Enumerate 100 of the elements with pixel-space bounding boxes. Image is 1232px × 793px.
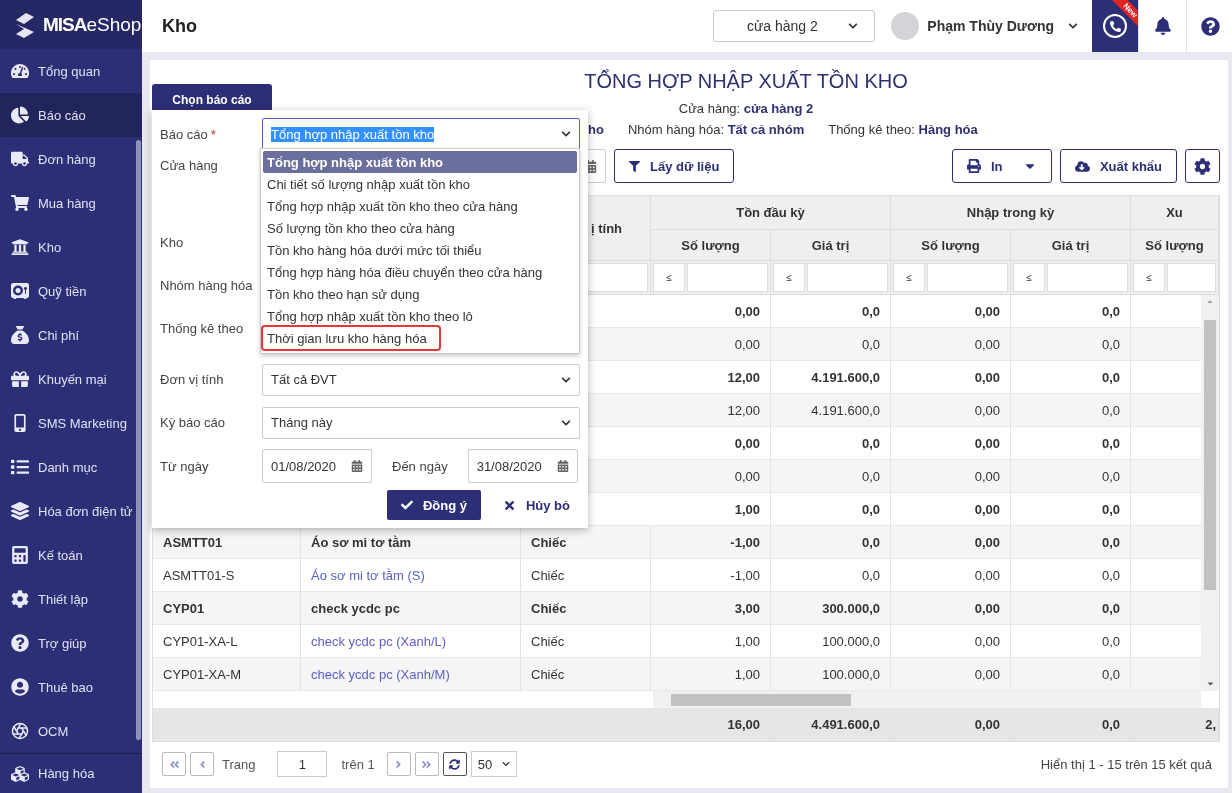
settings-button[interactable] [1185,149,1220,183]
sidebar-item[interactable]: Tổng quan [0,49,142,94]
dropdown-option[interactable]: Tổng hợp hàng hóa điều chuyển theo cửa hàng [263,261,577,283]
check-icon [400,499,413,511]
total-cell: 16,00 [651,708,771,740]
fetch-button[interactable]: Lấy dữ liệu [614,149,735,183]
chevron-icon[interactable] [1068,21,1078,31]
sidebar-item[interactable]: Kho [0,225,142,270]
field-label: Đơn vị tính [160,372,225,387]
avatar[interactable] [891,12,920,40]
sidebar-item[interactable]: Mua hàng [0,181,142,226]
sidebar-item[interactable]: Hàng hóa [0,753,142,793]
user-name[interactable]: Phạm Thùy Dương [927,18,1054,34]
filter-input[interactable] [1047,263,1128,292]
gift-icon [11,370,29,389]
calculator-icon [11,546,29,565]
filter-input[interactable] [807,263,888,292]
dropdown-option[interactable]: Thời gian lưu kho hàng hóa [263,327,439,349]
operator-select[interactable]: ≤ [1133,263,1165,292]
table-cell: 0,0 [771,427,891,459]
filter-input[interactable] [927,263,1008,292]
sidebar-item[interactable]: Hóa đơn điện tử [0,489,142,534]
print-button[interactable]: In [951,149,1052,183]
sidebar-item[interactable]: Chi phí [0,313,142,358]
sidebar-item[interactable]: OCM [0,709,142,754]
table-cell: 12,00 [651,394,771,426]
scrollbar[interactable] [653,691,1201,708]
table-cell: 0,0 [1011,295,1131,327]
product-link[interactable]: Áo sơ mi tơ tằm (S) [301,559,521,591]
page-size-select[interactable]: 50 [470,751,517,777]
table-cell: 1,00 [651,658,771,690]
previous-page-button[interactable] [190,752,214,776]
chevron-icon [561,129,571,139]
cancel-button[interactable]: Hủy bỏ [496,490,576,520]
scrollbar[interactable] [136,140,141,740]
sidebar-item[interactable]: SMS Marketing [0,401,142,446]
dropdown-option[interactable]: Tổng hợp nhập xuất tồn kho [263,151,577,173]
safe-icon [11,282,29,301]
dropdown-option[interactable]: Tổng hợp nhập xuất tồn kho theo lô [263,305,577,327]
result-summary: Hiển thị 1 - 15 trên 15 kết quả [1040,756,1212,772]
operator-select[interactable]: ≤ [773,263,805,292]
sidebar-item[interactable]: Danh mục [0,445,142,490]
field-label: Báo cáo * [160,126,217,142]
filter-input[interactable] [1167,263,1216,292]
table-cell: 0,00 [891,559,1011,591]
total-cell: 0,0 [1011,708,1131,740]
table-cell: CYP01 [153,592,301,624]
sidebar-item[interactable]: Thiết lập [0,577,142,622]
scrollbar[interactable] [1201,295,1219,691]
refresh-button[interactable] [442,752,467,776]
table-cell: Chiếc [521,658,651,690]
operator-select[interactable]: ≤ [1013,263,1045,292]
phone-icon [11,414,29,433]
report-title: TỔNG HỢP NHẬP XUẤT TỒN KHO [583,70,909,93]
table-cell: 0,0 [1011,460,1131,492]
select-field[interactable]: Tất cả ĐVT [262,363,580,396]
filter-input[interactable] [687,263,768,292]
next-page-button[interactable] [386,752,411,776]
column-group-header: Xu [1131,196,1219,230]
print-icon [966,159,981,173]
sidebar-item[interactable]: Quỹ tiền [0,269,142,314]
list-icon [11,458,29,477]
select-field[interactable]: Tháng này [262,406,580,439]
confirm-button[interactable]: Đồng ý [386,490,481,520]
sidebar-item[interactable]: Kế toán [0,533,142,578]
date-field[interactable]: 31/08/2020 [467,449,578,483]
scroll-down-icon[interactable] [1205,679,1215,688]
table-cell: CYP01-XA-L [153,625,301,657]
dropdown-option[interactable]: Tồn kho theo hạn sử dụng [263,283,577,305]
date-field[interactable]: 01/08/2020 [262,449,372,483]
report-filter: Nhóm hàng hóa: Tất cả nhóm [627,122,805,137]
table-cell: 0,0 [1011,592,1131,624]
table-cell: 0,00 [891,427,1011,459]
sidebar-item[interactable]: Đơn hàng [0,137,142,182]
product-link[interactable]: check ycdc pc (Xanh/L) [301,625,521,657]
store-select[interactable]: cửa hàng 2 [713,10,876,42]
table-cell: 300.000,0 [771,592,891,624]
sidebar-item[interactable]: Thuê bao [0,665,142,710]
bank-icon [11,238,29,257]
column-group-header: Tồn đầu kỳ [651,196,891,230]
export-button[interactable]: Xuất khẩu [1059,149,1177,183]
product-link[interactable]: check ycdc pc (Xanh/M) [301,658,521,690]
dropdown-option[interactable]: Chi tiết số lượng nhập xuất tồn kho [263,173,577,195]
filter-icon [629,160,640,172]
truck-icon [11,150,29,169]
sidebar-item[interactable]: Trợ giúp [0,621,142,666]
table-cell: 0,00 [651,427,771,459]
page-input[interactable]: 1 [277,751,328,777]
dialog-tab[interactable]: Chọn báo cáo [152,84,272,110]
operator-select[interactable]: ≤ [893,263,925,292]
scroll-up-icon[interactable] [1206,298,1214,306]
table-cell: -1,00 [651,526,771,558]
user-icon [11,678,29,697]
table-cell: 0,0 [1011,658,1131,690]
first-page-button[interactable] [162,752,186,776]
sidebar-item[interactable]: Báo cáo [0,93,142,138]
sidebar-item[interactable]: Khuyến mại [0,357,142,402]
table-cell: check ycdc pc [301,592,521,624]
table-cell: 0,00 [891,295,1011,327]
operator-select[interactable]: ≤ [653,263,685,292]
